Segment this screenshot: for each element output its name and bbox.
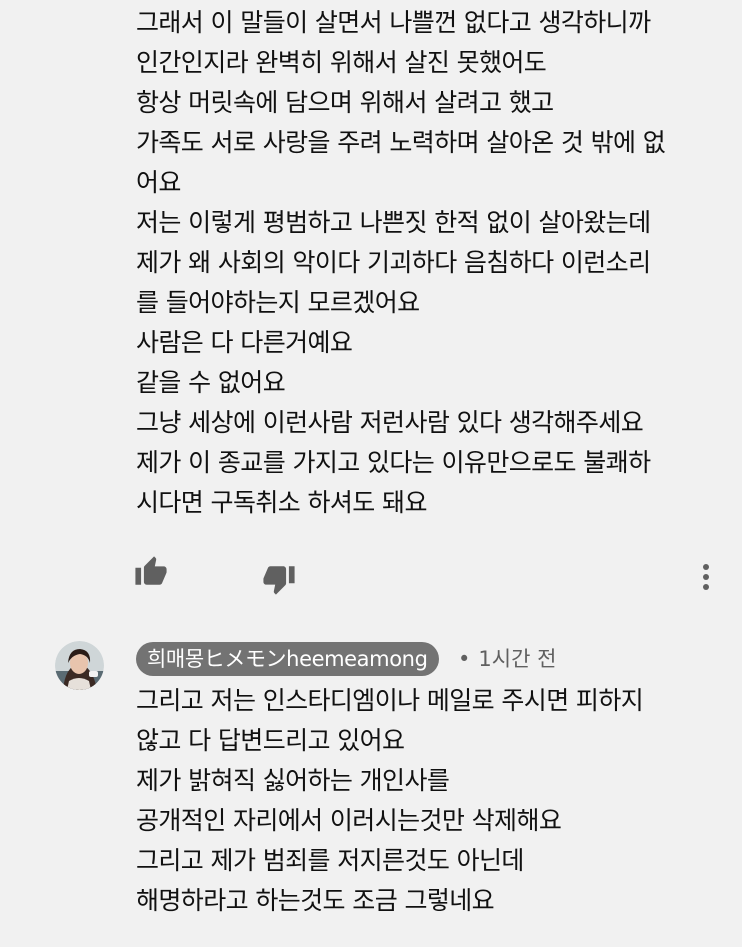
more-vertical-icon xyxy=(703,564,709,590)
comment-text: 그리고 저는 인스타디엠이나 메일로 주시면 피하지 않고 다 답변드리고 있어… xyxy=(136,681,726,921)
comment-action-bar xyxy=(0,550,742,604)
comment-line: 그래서 이 말들이 살면서 나쁠껀 없다고 생각하니까 xyxy=(136,8,651,37)
comment-line: 해명하라고 하는것도 조금 그렇네요 xyxy=(136,886,495,915)
thumbs-up-icon xyxy=(135,556,167,585)
avatar-image xyxy=(55,641,104,690)
comment-line: 공개적인 자리에서 이러시는것만 삭제해요 xyxy=(136,806,562,835)
comment-line: 제가 밝혀직 싫어하는 개인사를 xyxy=(136,766,450,795)
comment-text: 그래서 이 말들이 살면서 나쁠껀 없다고 생각하니까 인간인지라 완벽히 위해… xyxy=(136,3,726,523)
comment-line: 않고 다 답변드리고 있어요 xyxy=(136,726,405,755)
comment-line: 사람은 다 다른거예요 xyxy=(136,328,353,357)
comment-line: 그리고 제가 범죄를 저지른것도 아닌데 xyxy=(136,846,524,875)
comment-line: 시다면 구독취소 하셔도 돼요 xyxy=(136,488,427,517)
comment-line: 가족도 서로 사랑을 주려 노력하며 살아온 것 밖에 없 xyxy=(136,128,666,157)
thumbs-down-icon xyxy=(263,566,295,595)
comment-timestamp: • 1시간 전 xyxy=(458,642,556,676)
comment-line: 어요 xyxy=(136,168,181,197)
avatar[interactable] xyxy=(55,641,104,690)
comment-line: 그냥 세상에 이런사람 저런사람 있다 생각해주세요 xyxy=(136,408,644,437)
more-options-button[interactable] xyxy=(686,557,726,597)
comment-line: 를 들어야하는지 모르겠어요 xyxy=(136,288,420,317)
comment-line: 제가 왜 사회의 악이다 기괴하다 음침하다 이런소리 xyxy=(136,248,651,277)
author-name-badge[interactable]: 희매몽ヒメモンheemeamong xyxy=(136,642,439,676)
comment-line: 항상 머릿속에 담으며 위해서 살려고 했고 xyxy=(136,88,554,117)
comment-header: 희매몽ヒメモンheemeamong • 1시간 전 xyxy=(0,636,742,690)
dislike-button[interactable] xyxy=(259,559,299,599)
comment-line: 인간인지라 완벽히 위해서 살진 못했어도 xyxy=(136,48,547,77)
comment-line: 제가 이 종교를 가지고 있다는 이유만으로도 불쾌하 xyxy=(136,448,651,477)
comment-line: 그리고 저는 인스타디엠이나 메일로 주시면 피하지 xyxy=(136,686,644,715)
comment-line: 같을 수 없어요 xyxy=(136,368,286,397)
comment-line: 저는 이렇게 평범하고 나쁜짓 한적 없이 살아왔는데 xyxy=(136,208,651,237)
timestamp-text: 1시간 전 xyxy=(478,647,557,671)
separator-dot: • xyxy=(458,647,471,671)
like-button[interactable] xyxy=(131,552,171,592)
